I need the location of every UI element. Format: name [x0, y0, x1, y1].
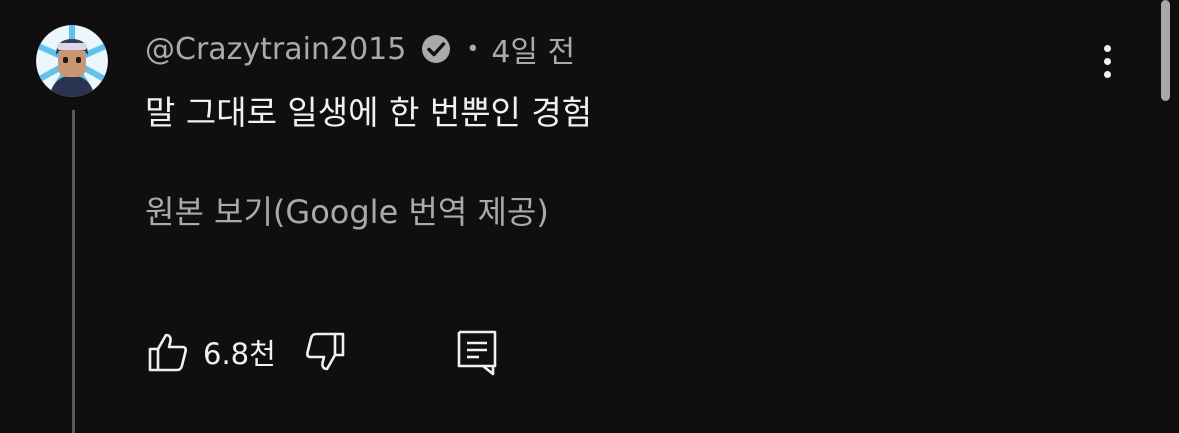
comment-actions: 6.8천 [145, 328, 500, 376]
comment-header: @Crazytrain2015 • 4일 전 [145, 27, 575, 71]
comment-reply-icon [457, 330, 497, 376]
reply-button[interactable] [454, 329, 500, 376]
comment-text: 말 그대로 일생에 한 번뿐인 경험 [145, 93, 593, 132]
more-vertical-icon [1103, 44, 1111, 52]
comment-timestamp[interactable]: 4일 전 [491, 27, 575, 71]
thread-line [72, 110, 75, 433]
thumbs-up-icon [148, 333, 187, 372]
like-button[interactable] [145, 329, 191, 375]
thumbs-down-icon [305, 332, 345, 371]
see-original-link[interactable]: 원본 보기(Google 번역 제공) [145, 187, 549, 233]
dislike-button[interactable] [302, 329, 348, 375]
verified-check-icon [420, 33, 452, 65]
more-dot [1103, 57, 1111, 65]
more-options-button[interactable] [1090, 40, 1124, 82]
more-dot [1103, 70, 1111, 78]
like-count: 6.8천 [203, 337, 276, 371]
meta-separator: • [466, 36, 480, 62]
author-name[interactable]: @Crazytrain2015 [145, 32, 406, 67]
avatar-image [36, 25, 108, 97]
avatar[interactable] [36, 25, 108, 97]
comment-panel: @Crazytrain2015 • 4일 전 말 그대로 일생에 한 번뿐인 경… [0, 0, 1179, 433]
scrollbar-thumb[interactable] [1161, 0, 1170, 101]
